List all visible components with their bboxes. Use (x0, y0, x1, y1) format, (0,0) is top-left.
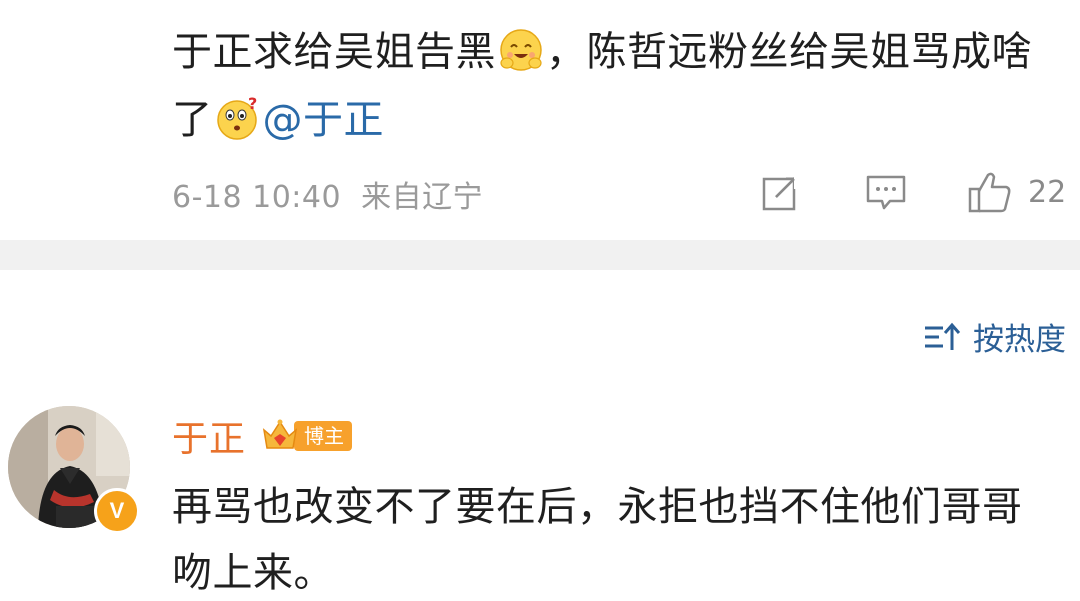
sort-button[interactable]: 按热度 (923, 314, 1066, 359)
blogger-badge: 博主 (260, 418, 353, 454)
post-meta: 6-18 10:40 来自辽宁 (172, 172, 483, 216)
share-icon (762, 173, 800, 211)
share-button[interactable] (760, 168, 802, 216)
like-count: 22 (1028, 174, 1067, 210)
comment-author-name[interactable]: 于正 (172, 410, 246, 462)
post-location: 来自辽宁 (361, 180, 484, 215)
post-text-part1: 于正求给吴姐告黑 (172, 29, 496, 75)
blogger-badge-label: 博主 (294, 421, 353, 451)
weibo-comment-page: 于正求给吴姐告黑 ，陈哲远粉丝给吴姐骂成啥了 ? @于正 6-18 10:40 … (0, 0, 1080, 601)
post-timestamp: 6-18 10:40 (172, 180, 342, 215)
comment-text: 再骂也改变不了要在后，永拒也挡不住他们哥哥吻上来。 (172, 484, 1023, 596)
like-button[interactable]: 22 (966, 168, 1066, 216)
svg-text:?: ? (248, 95, 258, 113)
thumbs-up-icon (968, 172, 1011, 213)
comment-author-row: 于正 博主 (172, 410, 353, 462)
comment-icon (866, 175, 906, 210)
hug-emoji-icon (500, 29, 542, 71)
comment-button[interactable] (864, 168, 908, 216)
puzzled-emoji-icon: ? (216, 95, 258, 140)
post-text: 于正求给吴姐告黑 ，陈哲远粉丝给吴姐骂成啥了 ? @于正 (172, 18, 1052, 154)
verified-badge: V (94, 488, 140, 534)
section-divider (0, 240, 1080, 270)
sort-icon (925, 322, 961, 350)
sort-label: 按热度 (973, 322, 1066, 358)
mention-link[interactable]: @于正 (263, 97, 385, 143)
crown-icon (262, 419, 298, 449)
